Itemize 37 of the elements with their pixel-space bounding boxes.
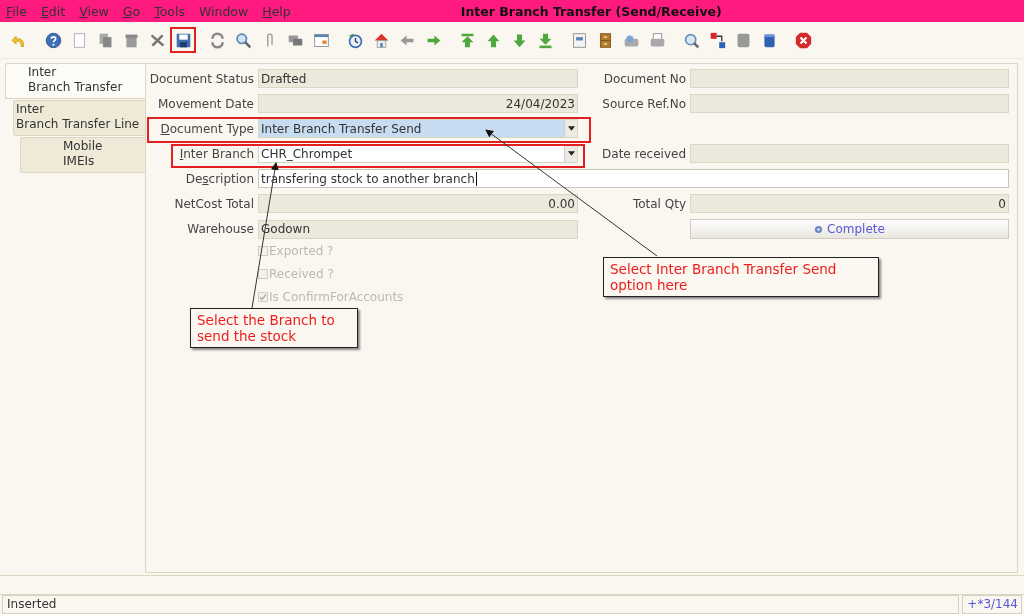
- readonly-field[interactable]: 0.00: [258, 194, 578, 213]
- callout-note: Select the Branch to send the stock: [190, 308, 358, 348]
- menu-item[interactable]: Go: [122, 3, 141, 19]
- readonly-field[interactable]: Drafted: [258, 69, 578, 88]
- tab[interactable]: Mobile IMEIs: [20, 137, 145, 173]
- readonly-field[interactable]: [690, 69, 1009, 88]
- field-label: Inter Branch: [178, 146, 254, 161]
- callout-note: Select Inter Branch Transfer Send option here: [603, 257, 879, 297]
- save-icon[interactable]: [170, 27, 196, 53]
- complete-button[interactable]: Complete: [690, 219, 1009, 239]
- tab[interactable]: Inter Branch Transfer: [5, 63, 145, 99]
- status-message: Inserted: [2, 595, 959, 614]
- field-label: Source Ref.No: [601, 96, 686, 111]
- field-label: Document Type: [159, 121, 254, 136]
- readonly-field[interactable]: 24/04/2023: [258, 94, 578, 113]
- readonly-field[interactable]: [690, 144, 1009, 163]
- dropdown-field[interactable]: Inter Branch Transfer Send: [258, 119, 578, 138]
- field-label: Warehouse: [186, 222, 254, 236]
- readonly-field[interactable]: [690, 94, 1009, 113]
- checkbox-label: Is ConfirmForAccounts: [269, 290, 404, 304]
- tab[interactable]: Inter Branch Transfer Line: [13, 100, 145, 136]
- readonly-field[interactable]: Godown: [258, 219, 578, 239]
- record-counter: +*3/144: [962, 595, 1022, 614]
- field-label: Description: [184, 171, 254, 186]
- readonly-field[interactable]: 0: [690, 194, 1009, 213]
- field-label: Document No: [602, 71, 686, 86]
- field-label: Total Qty: [631, 196, 686, 211]
- field-label: Movement Date: [156, 96, 254, 111]
- gear-icon: [814, 224, 824, 234]
- menu-item[interactable]: Tools: [154, 3, 185, 19]
- field-label: Document Status: [148, 71, 254, 86]
- checkbox-label: Exported ?: [269, 244, 334, 258]
- checkbox-label: Received ?: [269, 267, 334, 281]
- field-label: NetCost Total: [173, 196, 254, 211]
- window-title: Inter Branch Transfer (Send/Receive): [460, 3, 722, 19]
- menu-item[interactable]: Window: [198, 3, 249, 19]
- field-label: Date received: [601, 146, 686, 161]
